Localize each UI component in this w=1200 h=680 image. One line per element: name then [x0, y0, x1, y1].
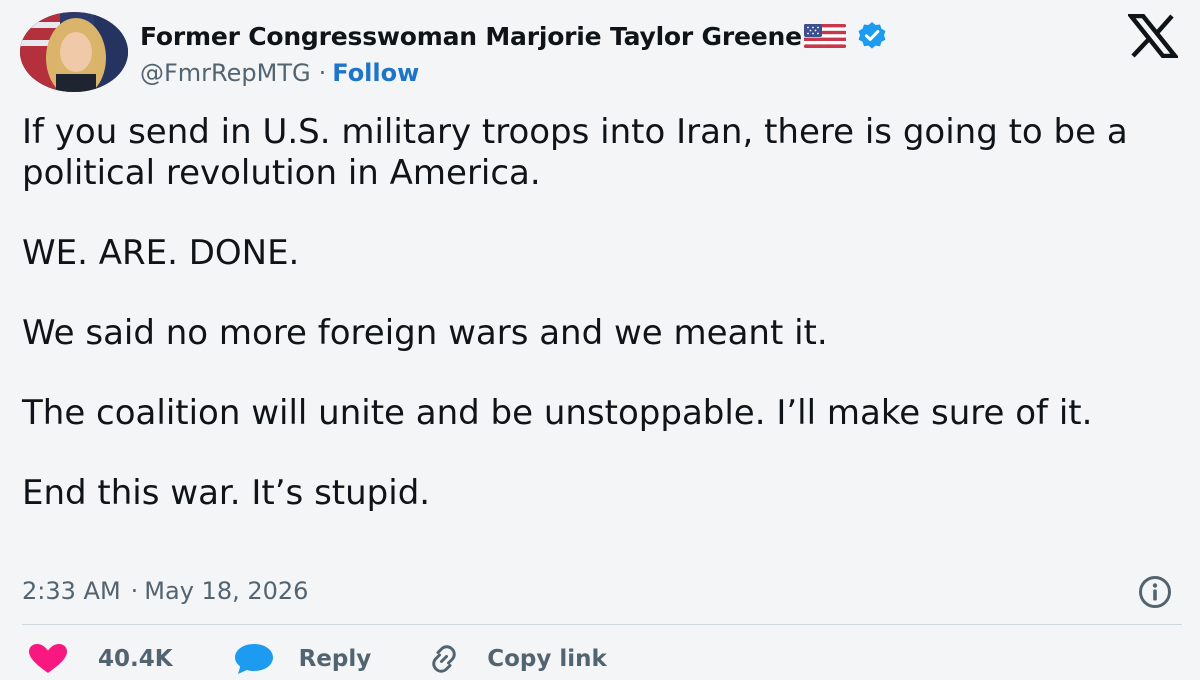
- avatar-image: [20, 12, 128, 92]
- like-count: 40.4K: [98, 646, 173, 672]
- heart-icon: [28, 643, 68, 675]
- author-display-name[interactable]: Former Congresswoman Marjorie Taylor Gre…: [140, 22, 802, 51]
- tweet-paragraph: If you send in U.S. military troops into…: [22, 112, 1128, 193]
- copy-link-button[interactable]: Copy link: [427, 642, 607, 676]
- tweet-time: 2:33 AM: [22, 577, 121, 605]
- tweet-timestamp[interactable]: 2:33 AM · May 18, 2026: [22, 572, 308, 610]
- copy-link-label: Copy link: [487, 646, 607, 672]
- handle-separator: ·: [318, 59, 327, 87]
- author-name-row: Former Congresswoman Marjorie Taylor Gre…: [140, 18, 888, 54]
- info-icon[interactable]: [1137, 574, 1173, 610]
- divider: [22, 624, 1182, 625]
- action-bar: 40.4K Reply Copy link: [22, 638, 607, 680]
- tweet-paragraph: The coalition will unite and be unstoppa…: [22, 393, 1093, 433]
- us-flag-icon: [803, 24, 846, 48]
- author-handle[interactable]: @FmrRepMTG: [140, 59, 311, 87]
- timestamp-separator: ·: [130, 577, 139, 605]
- avatar[interactable]: [20, 12, 128, 92]
- tweet-text: If you send in U.S. military troops into…: [22, 112, 1182, 553]
- reply-label: Reply: [298, 646, 372, 672]
- reply-button[interactable]: Reply: [233, 642, 372, 676]
- verified-badge-icon: [856, 20, 888, 52]
- author-handle-row: @FmrRepMTG · Follow: [140, 56, 419, 90]
- tweet-card: Former Congresswoman Marjorie Taylor Gre…: [0, 0, 1200, 680]
- tweet-paragraph: End this war. It’s stupid.: [22, 473, 431, 513]
- tweet-paragraph: WE. ARE. DONE.: [22, 233, 300, 273]
- speech-bubble-icon: [233, 642, 275, 676]
- like-button[interactable]: 40.4K: [28, 643, 173, 675]
- x-logo-icon[interactable]: [1126, 13, 1180, 59]
- tweet-date: May 18, 2026: [144, 577, 309, 605]
- follow-link[interactable]: Follow: [332, 59, 419, 87]
- tweet-paragraph: We said no more foreign wars and we mean…: [22, 313, 828, 353]
- link-icon: [427, 642, 461, 676]
